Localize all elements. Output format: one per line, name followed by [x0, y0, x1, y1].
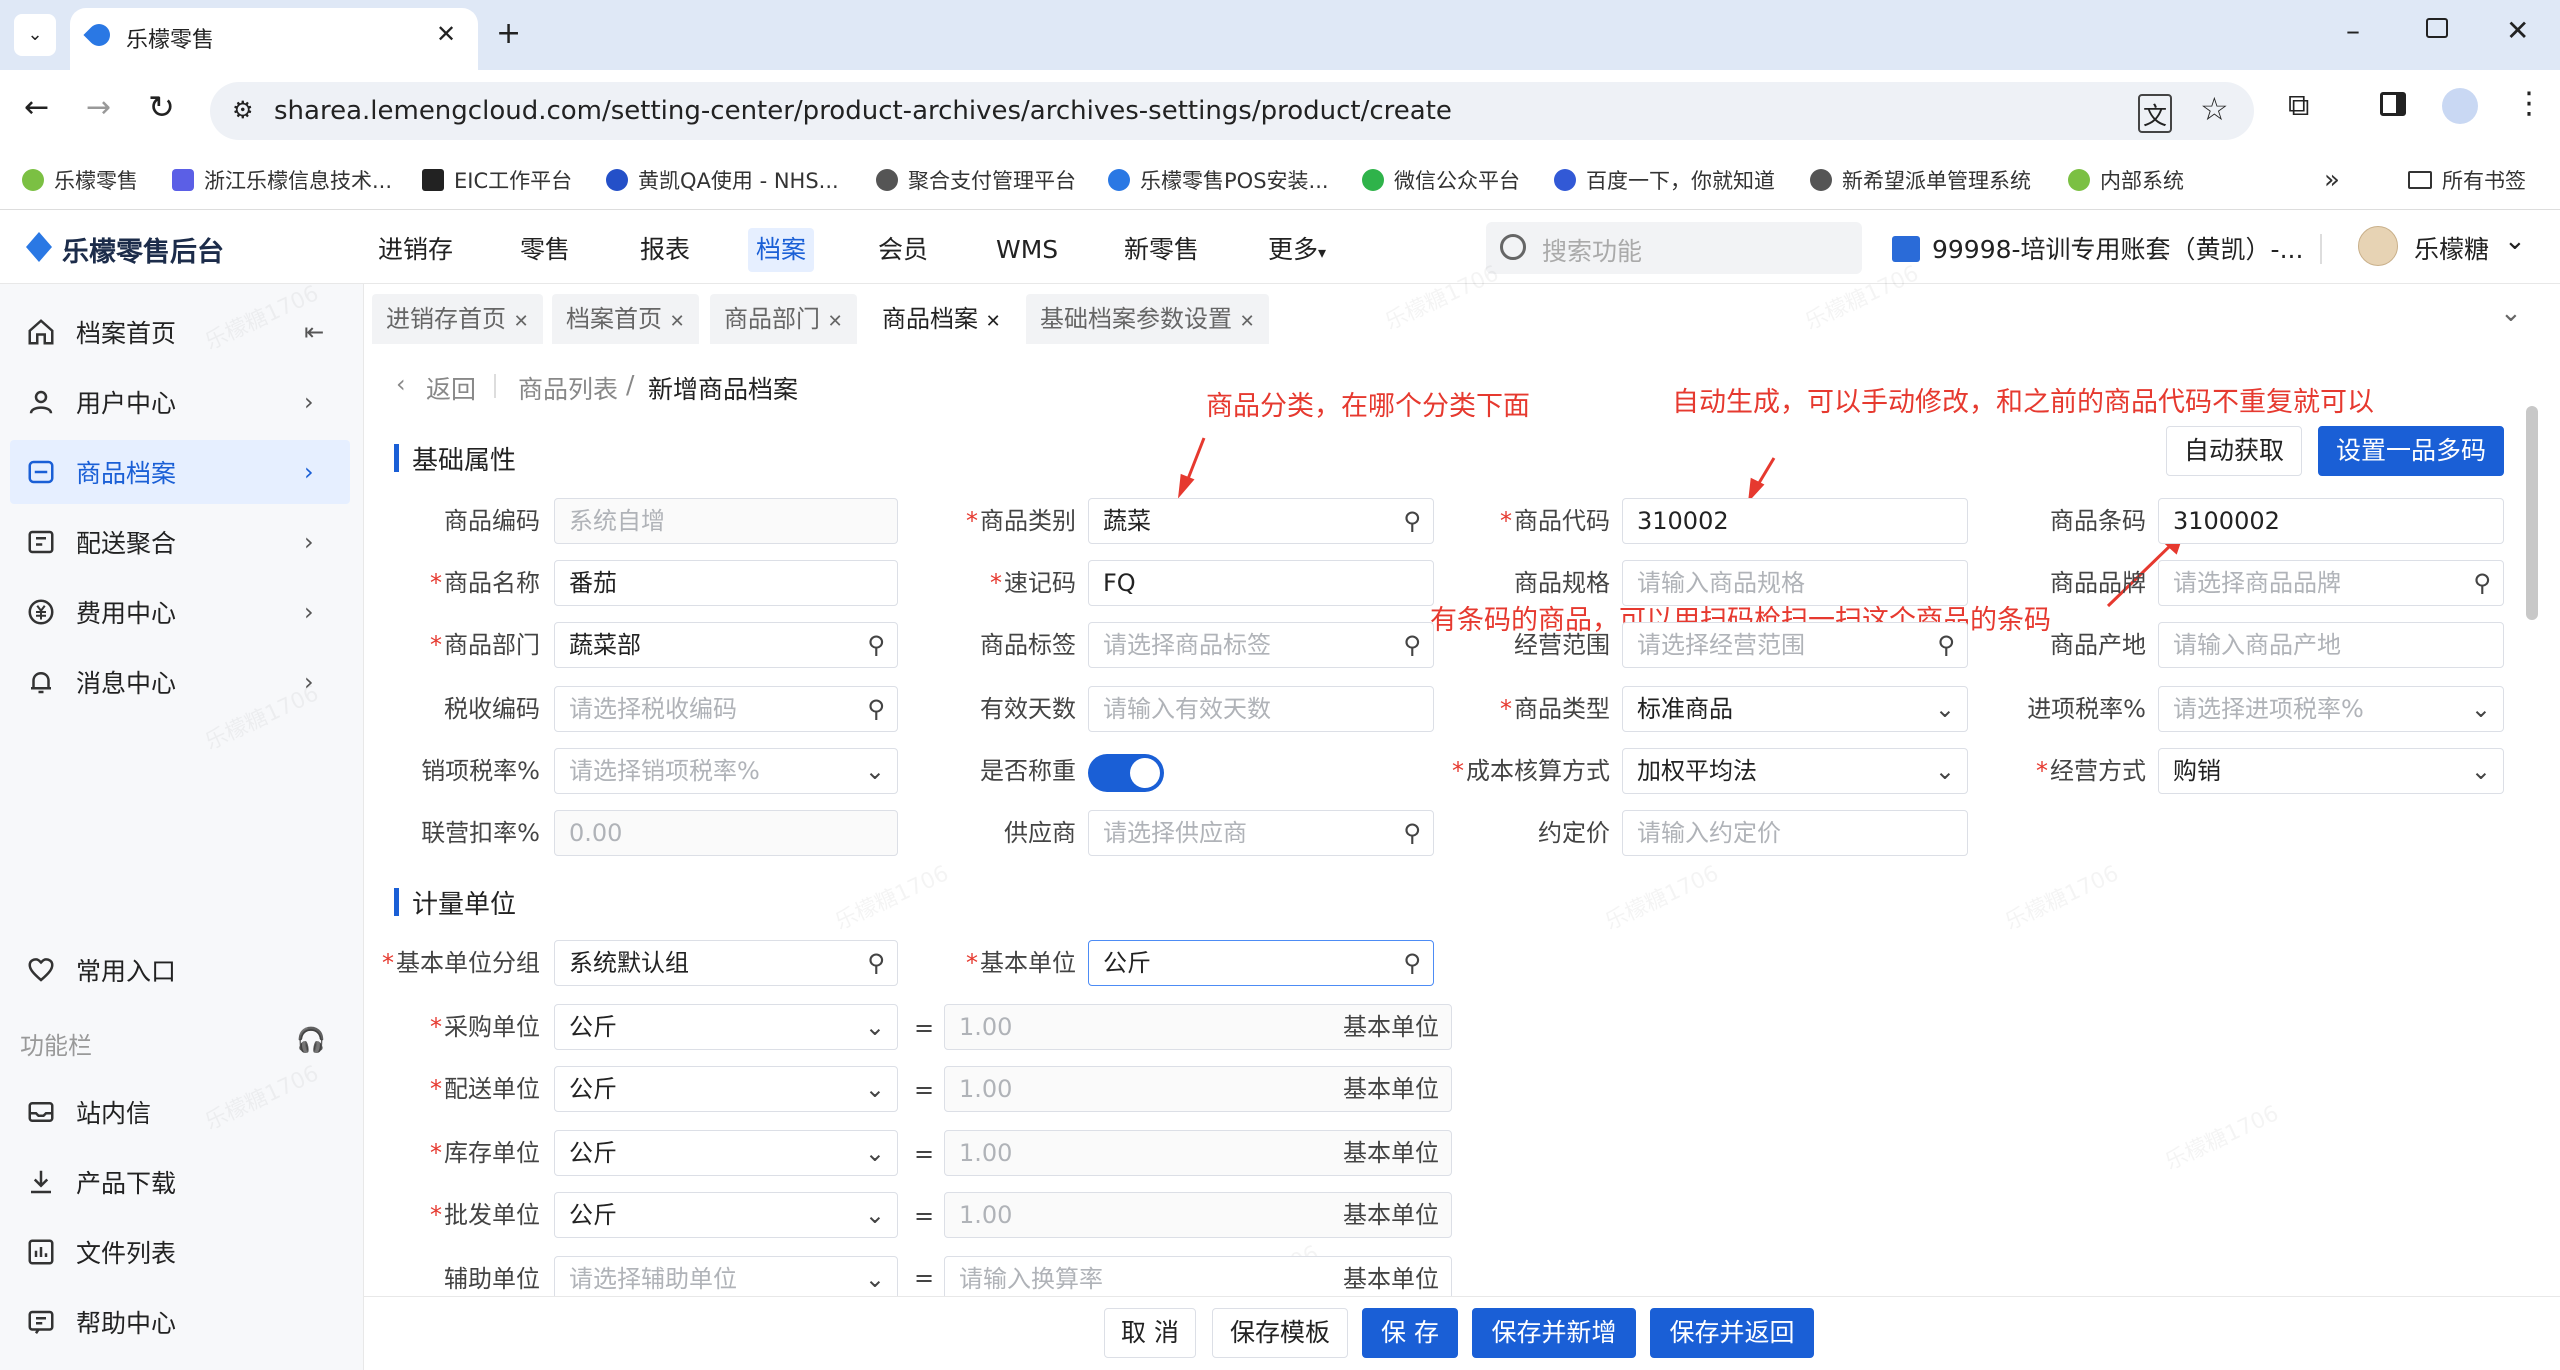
label-origin: 商品产地 [2050, 631, 2146, 659]
category-select[interactable]: 蔬菜 ⚲ [1088, 498, 1434, 544]
equals-sign: = [914, 1014, 935, 1042]
chevron-down-icon: ⌄ [1934, 695, 1955, 723]
label-intax: 进项税率% [2027, 695, 2146, 723]
valid-days-input[interactable]: 请输入有效天数 [1088, 686, 1434, 732]
chevron-down-icon: ⌄ [864, 757, 885, 785]
product-code-input: 系统自增 [554, 498, 898, 544]
delivery-unit-select[interactable]: 公斤 ⌄ [554, 1066, 898, 1112]
auto-get-button[interactable]: 自动获取 [2166, 426, 2302, 476]
purchase-ratio-input[interactable]: 1.00 基本单位 [944, 1004, 1452, 1050]
quick-code-input[interactable]: FQ [1088, 560, 1434, 606]
equals-sign: = [914, 1202, 935, 1230]
agreed-price-input[interactable]: 请输入约定价 [1622, 810, 1968, 856]
label-wholesale-unit: 批发单位 [380, 1192, 540, 1238]
label-joint: 联营扣率% [421, 819, 540, 847]
business-mode-select[interactable]: 购销 ⌄ [2158, 748, 2504, 794]
joint-rate-input: 0.00 [554, 810, 898, 856]
tax-code-select[interactable]: 请选择税收编码 ⚲ [554, 686, 898, 732]
cancel-button[interactable]: 取 消 [1104, 1308, 1196, 1358]
base-unit-select[interactable]: 公斤 ⚲ [1088, 940, 1434, 986]
delivery-ratio-input[interactable]: 1.00 基本单位 [944, 1066, 1452, 1112]
chevron-down-icon: ⌄ [864, 1013, 885, 1041]
stock-unit-select[interactable]: 公斤 ⌄ [554, 1130, 898, 1176]
cost-method-select[interactable]: 加权平均法 ⌄ [1622, 748, 1968, 794]
equals-sign: = [914, 1264, 935, 1292]
label-tax: 税收编码 [444, 695, 540, 723]
origin-input[interactable]: 请输入商品产地 [2158, 622, 2504, 668]
wholesale-ratio-input[interactable]: 1.00 基本单位 [944, 1192, 1452, 1238]
weigh-toggle[interactable] [1088, 754, 1164, 792]
tag-select[interactable]: 请选择商品标签 ⚲ [1088, 622, 1434, 668]
pcode-input[interactable]: 310002 [1622, 498, 1968, 544]
search-icon: ⚲ [867, 949, 885, 977]
toggle-knob [1130, 758, 1160, 788]
dept-select[interactable]: 蔬菜部 ⚲ [554, 622, 898, 668]
chevron-down-icon: ⌄ [864, 1139, 885, 1167]
label-cost: 成本核算方式 [1420, 748, 1610, 794]
section-unit-title: 计量单位 [393, 884, 516, 921]
label-purchase-unit: 采购单位 [380, 1004, 540, 1050]
save-and-return-button[interactable]: 保存并返回 [1650, 1308, 1814, 1358]
label-barcode: 商品条码 [2050, 507, 2146, 535]
search-icon: ⚲ [1403, 507, 1421, 535]
scope-select[interactable]: 请选择经营范围 ⚲ [1622, 622, 1968, 668]
label-type: 商品类型 [1450, 686, 1610, 732]
brand-select[interactable]: 请选择商品品牌 ⚲ [2158, 560, 2504, 606]
label-base-unit: 基本单位 [916, 940, 1076, 986]
label-brand: 商品品牌 [2050, 569, 2146, 597]
label-code: 商品编码 [444, 507, 540, 535]
search-icon: ⚲ [1937, 631, 1955, 659]
search-icon: ⚲ [867, 631, 885, 659]
save-template-button[interactable]: 保存模板 [1212, 1308, 1348, 1358]
spec-input[interactable]: 请输入商品规格 [1622, 560, 1968, 606]
search-icon: ⚲ [1403, 819, 1421, 847]
chevron-down-icon: ⌄ [864, 1201, 885, 1229]
supplier-select[interactable]: 请选择供应商 ⚲ [1088, 810, 1434, 856]
wholesale-unit-select[interactable]: 公斤 ⌄ [554, 1192, 898, 1238]
type-select[interactable]: 标准商品 ⌄ [1622, 686, 1968, 732]
chevron-down-icon: ⌄ [1934, 757, 1955, 785]
equals-sign: = [914, 1140, 935, 1168]
label-mode: 经营方式 [1986, 748, 2146, 794]
label-price: 约定价 [1538, 819, 1610, 847]
label-spec: 商品规格 [1514, 569, 1610, 597]
purchase-unit-select[interactable]: 公斤 ⌄ [554, 1004, 898, 1050]
name-input[interactable]: 番茄 [554, 560, 898, 606]
label-stock-unit: 库存单位 [380, 1130, 540, 1176]
footer-bar [364, 1296, 2560, 1370]
label-outtax: 销项税率% [421, 757, 540, 785]
chevron-down-icon: ⌄ [2470, 757, 2491, 785]
label-weigh: 是否称重 [980, 757, 1076, 785]
chevron-down-icon: ⌄ [864, 1265, 885, 1293]
equals-sign: = [914, 1076, 935, 1104]
label-dept: 商品部门 [380, 622, 540, 668]
multi-code-button[interactable]: 设置一品多码 [2318, 426, 2504, 476]
section-basic-title: 基础属性 [393, 440, 516, 477]
search-icon: ⚲ [867, 695, 885, 723]
search-icon: ⚲ [1403, 631, 1421, 659]
stock-ratio-input[interactable]: 1.00 基本单位 [944, 1130, 1452, 1176]
search-icon: ⚲ [2473, 569, 2491, 597]
label-supplier: 供应商 [1004, 819, 1076, 847]
unit-group-select[interactable]: 系统默认组 ⚲ [554, 940, 898, 986]
label-category: 商品类别 [916, 498, 1076, 544]
label-delivery-unit: 配送单位 [380, 1066, 540, 1112]
label-quick: 速记码 [916, 560, 1076, 606]
label-name: 商品名称 [380, 560, 540, 606]
label-unit-group: 基本单位分组 [370, 940, 540, 986]
input-tax-select[interactable]: 请选择进项税率% ⌄ [2158, 686, 2504, 732]
chevron-down-icon: ⌄ [864, 1075, 885, 1103]
search-icon: ⚲ [1403, 949, 1421, 977]
barcode-input[interactable]: 3100002 [2158, 498, 2504, 544]
label-scope: 经营范围 [1514, 631, 1610, 659]
scrollbar-thumb[interactable] [2526, 406, 2538, 620]
label-pcode: 商品代码 [1450, 498, 1610, 544]
save-button[interactable]: 保 存 [1362, 1308, 1458, 1358]
label-days: 有效天数 [980, 695, 1076, 723]
label-tag: 商品标签 [980, 631, 1076, 659]
save-and-new-button[interactable]: 保存并新增 [1472, 1308, 1636, 1358]
chevron-down-icon: ⌄ [2470, 695, 2491, 723]
output-tax-select[interactable]: 请选择销项税率% ⌄ [554, 748, 898, 794]
